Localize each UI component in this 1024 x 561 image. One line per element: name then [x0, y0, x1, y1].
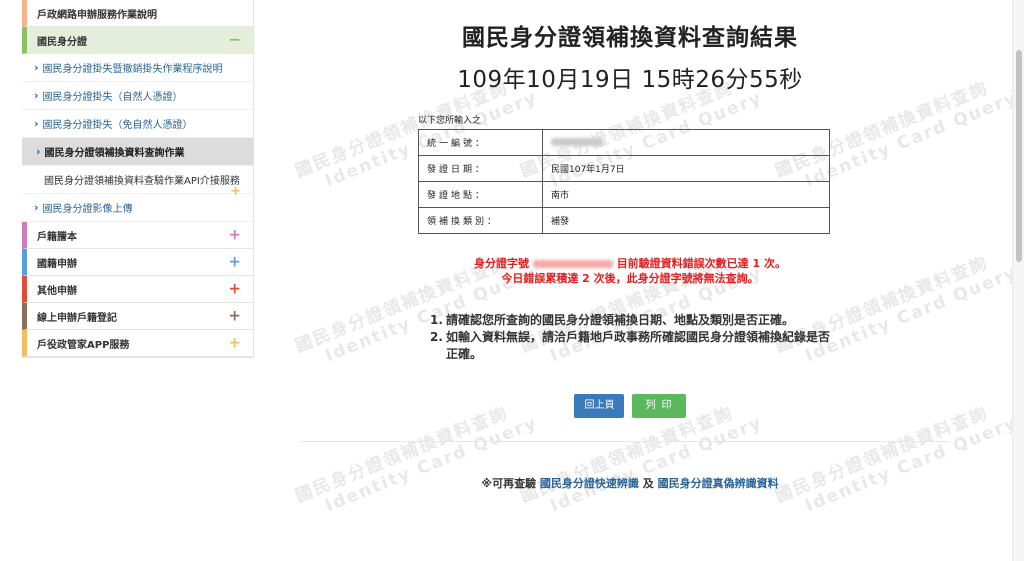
- plus-icon[interactable]: +: [228, 308, 241, 324]
- chevron-right-icon: ›: [34, 201, 39, 214]
- sidebar-item-label: 戶役政管家APP服務: [37, 339, 130, 351]
- table-value-id-number: [542, 129, 830, 156]
- sidebar-item-household-transcript[interactable]: 戶籍謄本 +: [22, 222, 253, 249]
- sidebar-item-other[interactable]: 其他申辦 +: [22, 276, 253, 303]
- sidebar-subitem-label: 國民身分證領補換資料查詢作業: [44, 148, 185, 159]
- note-number: 1.: [430, 313, 443, 327]
- table-label: 統一編號：: [418, 129, 543, 156]
- sidebar-item-label: 國籍申辦: [37, 258, 77, 270]
- query-input-table: 統一編號： 發證日期： 民國107年1月7日 發證地點： 南市 領補換類別： 補…: [418, 129, 830, 234]
- plus-icon[interactable]: +: [228, 227, 241, 243]
- main-content: 國民身分證領補換資料查詢結果 109年10月19日 15時26分55秒 以下您所…: [300, 0, 960, 561]
- sidebar-subitem-query-active[interactable]: › 國民身分證領補換資料查詢作業: [22, 138, 253, 166]
- footer-links: ※可再查驗 國民身分證快速辨識 及 國民身分證真偽辨識資料: [300, 475, 960, 491]
- warning-suffix: 目前驗證資料錯誤次數已達 1 次。: [616, 257, 786, 270]
- sidebar-subitem-label: 國民身分證掛失（免自然人憑證）: [42, 120, 193, 131]
- sidebar-subitem-loss-procedure[interactable]: › 國民身分證掛失暨撤銷掛失作業程序說明: [22, 54, 253, 82]
- sidebar-subitem-api-service[interactable]: 國民身分證領補換資料查驗作業API介接服務 +: [22, 166, 253, 199]
- scrollbar-thumb[interactable]: [1016, 50, 1022, 262]
- table-label: 發證日期：: [418, 155, 543, 182]
- plus-icon[interactable]: +: [230, 184, 241, 199]
- note-text: 請確認您所查詢的國民身分證領補換日期、地點及類別是否正確。: [446, 313, 795, 327]
- collapse-icon[interactable]: −: [228, 32, 241, 48]
- action-buttons: 回上頁 列印: [300, 393, 960, 418]
- sidebar-section-id-card[interactable]: 國民身分證 −: [22, 27, 253, 54]
- scrollbar[interactable]: [1012, 0, 1024, 561]
- sidebar-item-label: 戶籍謄本: [37, 231, 77, 243]
- plus-icon[interactable]: +: [228, 335, 241, 351]
- page: 戶政網路申辦服務作業說明 國民身分證 − › 國民身分證掛失暨撤銷掛失作業程序說…: [0, 0, 1024, 561]
- redacted-id: [532, 260, 613, 268]
- query-datetime: 109年10月19日 15時26分55秒: [457, 67, 803, 93]
- redacted-value: [551, 138, 603, 146]
- note-number: 2.: [430, 330, 443, 344]
- table-row: 統一編號：: [418, 129, 830, 156]
- sidebar-subitem-loss-cert[interactable]: › 國民身分證掛失（自然人憑證）: [22, 82, 253, 110]
- table-value: 補發: [542, 207, 830, 234]
- footer-join: 及: [642, 477, 654, 490]
- divider: [300, 441, 950, 442]
- back-button[interactable]: 回上頁: [574, 394, 625, 418]
- sidebar-item-label: 戶政網路申辦服務作業說明: [37, 9, 157, 21]
- sidebar-item-online-registration[interactable]: 線上申辦戶籍登記 +: [22, 303, 253, 330]
- table-value: 民國107年1月7日: [542, 155, 830, 182]
- page-title: 國民身分證領補換資料查詢結果: [462, 25, 798, 51]
- sidebar-item-app-service[interactable]: 戶役政管家APP服務 +: [22, 330, 253, 357]
- table-row: 發證日期： 民國107年1月7日: [418, 155, 830, 182]
- table-label: 發證地點：: [418, 181, 543, 208]
- notes-list: 1. 請確認您所查詢的國民身分證領補換日期、地點及類別是否正確。 2. 如輸入資…: [430, 312, 830, 363]
- chevron-right-icon: ›: [36, 145, 41, 158]
- table-label: 領補換類別：: [418, 207, 543, 234]
- quick-identify-link[interactable]: 國民身分證快速辨識: [540, 477, 639, 490]
- sidebar-item-service-info[interactable]: 戶政網路申辦服務作業說明: [22, 0, 253, 27]
- error-warning: 身分證字號 目前驗證資料錯誤次數已達 1 次。 今日錯誤累積達 2 次後，此身分…: [300, 256, 960, 286]
- table-row: 發證地點： 南市: [418, 181, 830, 208]
- warning-line-2: 今日錯誤累積達 2 次後，此身分證字號將無法查詢。: [501, 272, 759, 285]
- list-item: 2. 如輸入資料無誤，請洽戶籍地戶政事務所確認國民身分證領補換紀錄是否正確。: [430, 329, 830, 363]
- chevron-right-icon: ›: [34, 89, 39, 102]
- warning-line-1: 身分證字號 目前驗證資料錯誤次數已達 1 次。: [300, 256, 960, 271]
- table-row: 領補換類別： 補發: [418, 207, 830, 234]
- sidebar-subitem-loss-nocert[interactable]: › 國民身分證掛失（免自然人憑證）: [22, 110, 253, 138]
- sidebar-subitem-label: 國民身分證領補換資料查驗作業API介接服務: [44, 176, 240, 187]
- table-value: 南市: [542, 181, 830, 208]
- sidebar-item-label: 其他申辦: [37, 285, 77, 297]
- input-hint: 以下您所輸入之: [418, 116, 482, 126]
- sidebar-subitem-label: 國民身分證掛失（自然人憑證）: [42, 92, 183, 103]
- authenticity-link[interactable]: 國民身分證真偽辨識資料: [658, 477, 779, 490]
- chevron-right-icon: ›: [34, 61, 39, 74]
- sidebar-item-nationality[interactable]: 國籍申辦 +: [22, 249, 253, 276]
- sidebar-section-label: 國民身分證: [37, 36, 87, 48]
- chevron-right-icon: ›: [34, 117, 39, 130]
- note-text: 如輸入資料無誤，請洽戶籍地戶政事務所確認國民身分證領補換紀錄是否正確。: [446, 330, 831, 361]
- sidebar-subitem-label: 國民身分證影像上傳: [42, 204, 133, 215]
- sidebar-item-label: 線上申辦戶籍登記: [37, 312, 117, 324]
- print-button[interactable]: 列印: [631, 394, 686, 418]
- footer-prefix: ※可再查驗: [481, 477, 537, 490]
- warning-prefix: 身分證字號: [474, 257, 529, 270]
- plus-icon[interactable]: +: [228, 281, 241, 297]
- plus-icon[interactable]: +: [228, 254, 241, 270]
- list-item: 1. 請確認您所查詢的國民身分證領補換日期、地點及類別是否正確。: [430, 312, 830, 329]
- sidebar-subitem-image-upload[interactable]: › 國民身分證影像上傳: [22, 194, 253, 222]
- sidebar-subitem-label: 國民身分證掛失暨撤銷掛失作業程序說明: [42, 64, 223, 75]
- sidebar: 戶政網路申辦服務作業說明 國民身分證 − › 國民身分證掛失暨撤銷掛失作業程序說…: [22, 0, 254, 358]
